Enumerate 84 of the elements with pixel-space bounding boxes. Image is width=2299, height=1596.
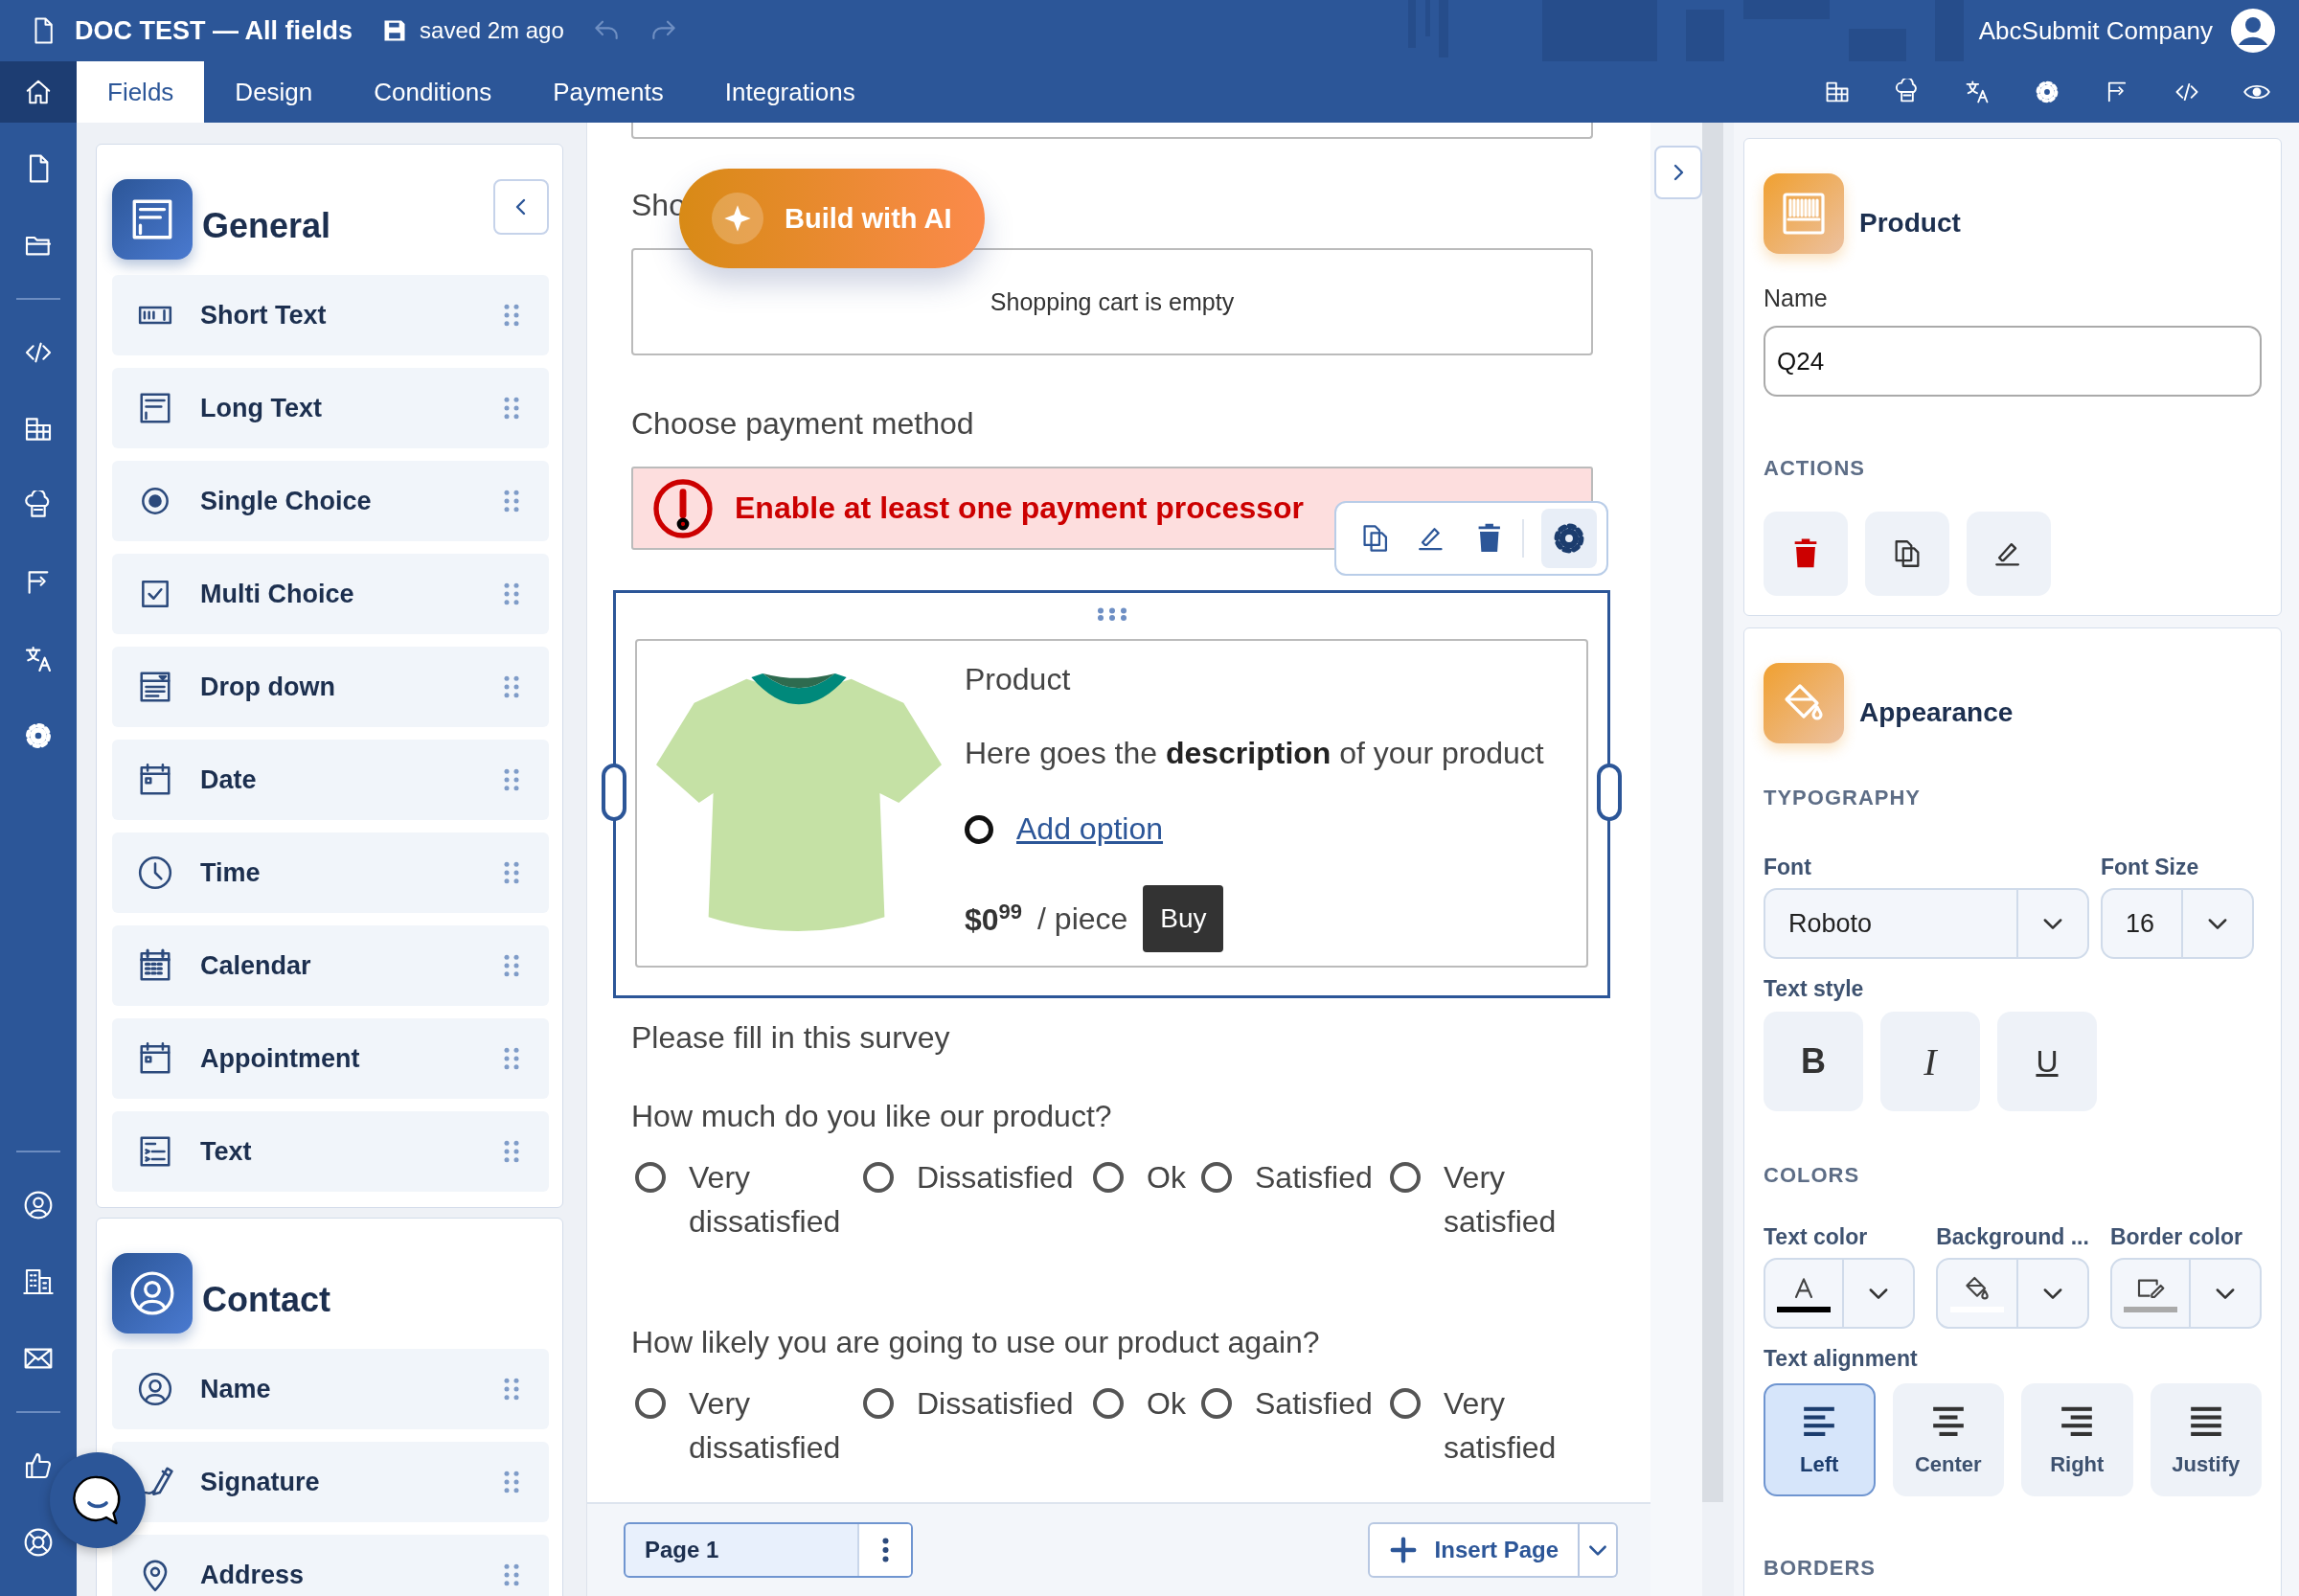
option-label: Satisfied <box>1255 1159 1373 1197</box>
tab[interactable]: Conditions <box>343 61 523 123</box>
alignment-button[interactable]: Left <box>1764 1383 1876 1496</box>
price-unit: / piece <box>1037 901 1128 937</box>
field-label: Calendar <box>200 950 311 981</box>
text-style-button[interactable]: U <box>1997 1012 2097 1111</box>
field-label: Background ... <box>1936 1224 2089 1250</box>
field-label: Choose payment method <box>631 405 975 442</box>
page-tab[interactable]: Page 1 <box>624 1522 913 1578</box>
field-item[interactable]: Short Text <box>112 275 549 355</box>
option-label: Dissatisfied <box>917 1159 1074 1197</box>
document-title: DOC TEST — All fields <box>75 15 353 46</box>
field-label: Multi Choice <box>200 579 354 609</box>
product-description: Here goes the description of your product <box>965 736 1544 771</box>
option-label: Very satisfied <box>1444 1385 1558 1467</box>
question-text: How much do you like our product? <box>631 1098 1113 1134</box>
group-title: Contact <box>202 1280 330 1320</box>
survey-title: Please fill in this survey <box>631 1019 951 1056</box>
section-heading: BORDERS <box>1764 1556 1877 1581</box>
name-input[interactable]: Q24 <box>1764 326 2262 397</box>
section-heading: COLORS <box>1764 1163 1861 1188</box>
account-name[interactable]: AbcSubmit Company <box>1978 15 2213 46</box>
field-label: Font Size <box>2101 855 2200 880</box>
field-label: Signature <box>200 1467 320 1497</box>
field-label: Border color <box>2109 1224 2243 1250</box>
buy-button[interactable]: Buy <box>1143 885 1224 952</box>
panel-title: Appearance <box>1859 697 2014 728</box>
section-heading: TYPOGRAPHY <box>1764 786 1923 810</box>
option-label: Very dissatisfied <box>689 1159 842 1241</box>
option-label: Ok <box>1147 1385 1186 1423</box>
field-label: Font <box>1764 855 1812 880</box>
option-label: Very satisfied <box>1444 1159 1558 1241</box>
section-heading: ACTIONS <box>1764 456 1866 481</box>
option-label: Dissatisfied <box>917 1385 1074 1423</box>
add-option-link[interactable]: Add option <box>1016 811 1163 847</box>
text-style-button[interactable]: B <box>1764 1012 1863 1111</box>
field-label: Time <box>200 857 261 888</box>
field-item[interactable]: Address <box>112 1535 549 1596</box>
field-item[interactable]: Name <box>112 1349 549 1429</box>
field-item[interactable]: Single Choice <box>112 461 549 541</box>
field-label: Date <box>200 764 257 795</box>
field-item[interactable]: Multi Choice <box>112 554 549 634</box>
field-label: Single Choice <box>200 486 372 516</box>
field-label: Long Text <box>200 393 322 423</box>
field-label: Text color <box>1764 1224 1869 1250</box>
question-text: How likely you are going to use our product again? <box>631 1324 1321 1360</box>
tab[interactable]: Fields <box>77 61 205 123</box>
tab[interactable]: Design <box>204 61 344 123</box>
field-item[interactable]: Long Text <box>112 368 549 448</box>
alignment-button[interactable]: Center <box>1892 1383 2005 1496</box>
field-label: Short Text <box>200 300 327 331</box>
option-label: Satisfied <box>1255 1385 1373 1423</box>
field-item[interactable]: Signature <box>112 1442 549 1522</box>
field-label: Address <box>200 1560 305 1590</box>
tab[interactable]: Payments <box>522 61 694 123</box>
tab[interactable]: Integrations <box>694 61 886 123</box>
field-label: Text style <box>1764 976 1865 1002</box>
field-item[interactable]: Text <box>112 1111 549 1192</box>
alignment-button[interactable]: Right <box>2021 1383 2133 1496</box>
product-title: Product <box>965 662 1072 697</box>
field-label: Drop down <box>200 672 335 702</box>
alignment-button[interactable]: Justify <box>2150 1383 2262 1496</box>
field-label: Name <box>1764 285 1829 312</box>
font-size-select[interactable]: 16 <box>2101 888 2254 959</box>
option-label: Ok <box>1147 1159 1186 1197</box>
error-message: Enable at least one payment processor <box>735 490 1304 526</box>
cart-message: Shopping cart is empty <box>990 287 1235 316</box>
field-item[interactable]: Calendar <box>112 925 549 1006</box>
field-item[interactable]: Time <box>112 832 549 913</box>
save-status: saved 2m ago <box>420 17 564 44</box>
group-title: General <box>202 206 331 246</box>
font-select[interactable]: Roboto <box>1764 888 2089 959</box>
field-item[interactable]: Drop down <box>112 647 549 727</box>
field-item[interactable]: Appointment <box>112 1018 549 1099</box>
panel-title: Product <box>1859 208 1961 239</box>
option-label: Very dissatisfied <box>689 1385 842 1467</box>
text-style-button[interactable]: I <box>1880 1012 1980 1111</box>
field-label: Text <box>200 1136 252 1167</box>
insert-page-button[interactable]: Insert Page <box>1367 1522 1580 1578</box>
field-item[interactable]: Date <box>112 740 549 820</box>
field-label: Appointment <box>200 1043 360 1074</box>
field-label: Name <box>200 1374 271 1404</box>
price: $0$^{99}$ <box>965 900 1023 938</box>
field-label: Text alignment <box>1764 1346 1919 1372</box>
